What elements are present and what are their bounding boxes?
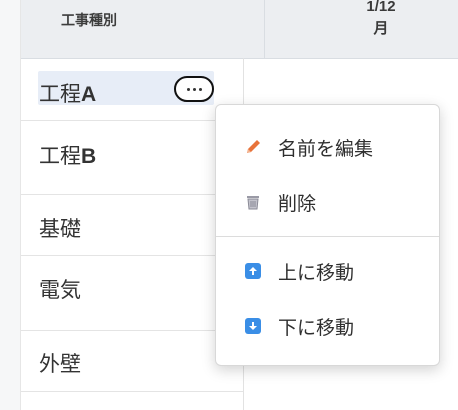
table-row[interactable]: 電気 <box>21 256 243 331</box>
weekday-label: 月 <box>373 20 389 37</box>
row-label: 電気 <box>39 279 81 302</box>
column-header-date: 1/12 月 <box>351 0 411 40</box>
table-header: 工事種別 1/12 月 <box>21 0 458 59</box>
row-label: 工程A <box>39 83 97 106</box>
left-gutter <box>0 0 21 410</box>
column-header-work-type: 工事種別 <box>61 12 117 28</box>
menu-item-label: 名前を編集 <box>278 138 374 160</box>
menu-item-move-down[interactable]: 下に移動 <box>216 306 439 346</box>
table-row[interactable]: 工程B <box>21 121 243 195</box>
arrow-down-icon <box>244 317 262 335</box>
menu-item-delete[interactable]: 削除 <box>216 182 439 222</box>
menu-divider <box>216 236 439 237</box>
menu-item-rename[interactable]: 名前を編集 <box>216 127 439 167</box>
pencil-icon <box>244 138 262 156</box>
table-row[interactable]: 基礎 <box>21 195 243 256</box>
header-divider <box>264 0 265 58</box>
menu-item-label: 削除 <box>278 193 317 215</box>
table-row[interactable]: 外壁 <box>21 331 243 392</box>
row-label: 外壁 <box>39 353 81 376</box>
more-options-button[interactable] <box>174 76 214 102</box>
trash-icon <box>244 193 262 211</box>
ellipsis-icon <box>186 87 190 91</box>
context-menu: 名前を編集 削除 上に移動 下に移動 <box>215 104 440 366</box>
row-label: 基礎 <box>39 218 81 241</box>
menu-item-label: 下に移動 <box>278 317 355 339</box>
row-label: 工程B <box>39 145 97 168</box>
ellipsis-dot <box>198 87 202 91</box>
arrow-up-icon <box>244 262 262 280</box>
date-label: 1/12 <box>366 0 396 15</box>
menu-item-move-up[interactable]: 上に移動 <box>216 251 439 291</box>
ellipsis-dot <box>192 87 196 91</box>
menu-item-label: 上に移動 <box>278 262 355 284</box>
